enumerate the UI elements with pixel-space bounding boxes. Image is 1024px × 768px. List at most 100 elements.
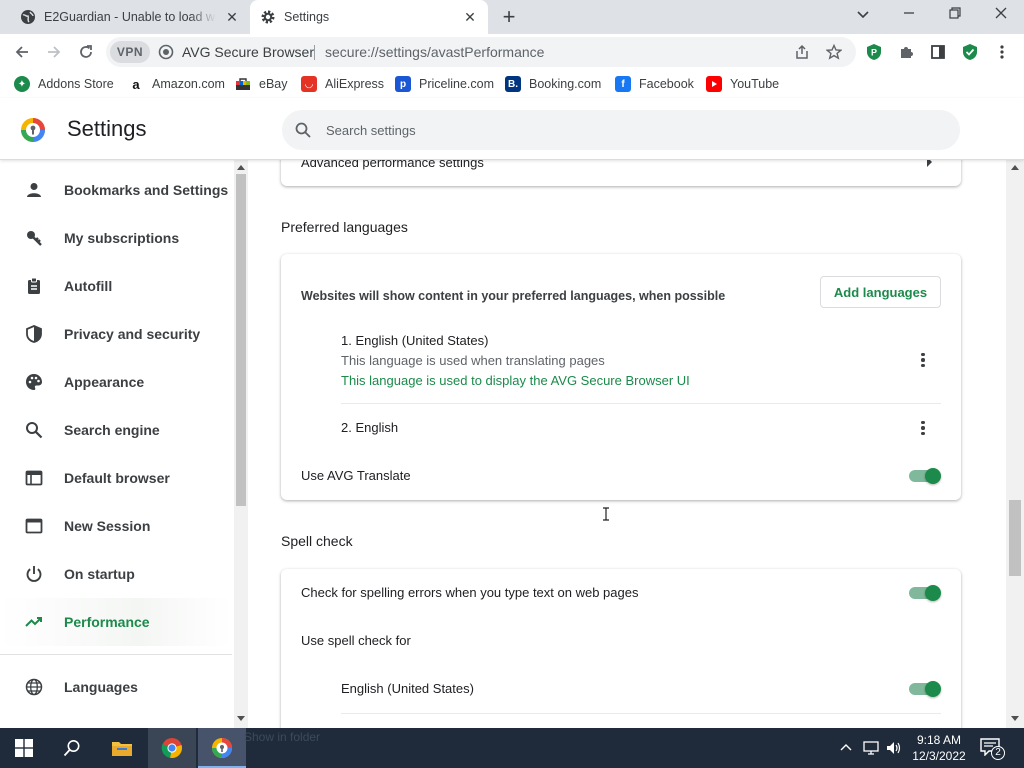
menu-kebab-icon[interactable]: [990, 40, 1014, 64]
sidebar-item-label: Privacy and security: [64, 326, 201, 342]
notifications-icon[interactable]: 2: [980, 738, 1005, 760]
spell-divider: [341, 713, 941, 714]
avg-shield-icon: [158, 44, 174, 60]
sidebar-item-label: New Session: [64, 518, 151, 534]
show-in-folder-tooltip: Show in folder: [244, 730, 321, 744]
power-icon: [24, 564, 44, 584]
main-scrollbar[interactable]: [1006, 160, 1024, 728]
main-scroll-thumb[interactable]: [1009, 500, 1021, 576]
site-identity[interactable]: AVG Secure Browser: [158, 44, 314, 60]
tab-settings[interactable]: Settings ✕: [250, 0, 488, 34]
sidebar-item-label: Bookmarks and Settings: [64, 182, 229, 198]
omnibox-separator: [314, 45, 315, 60]
address-bar[interactable]: VPN AVG Secure Browser secure://settings…: [106, 37, 856, 67]
clock-date: 12/3/2022: [912, 749, 966, 763]
add-languages-button[interactable]: Add languages: [820, 276, 941, 308]
network-icon[interactable]: [862, 740, 880, 756]
close-tab-icon[interactable]: ✕: [462, 9, 478, 25]
sidebar-item-label: Search engine: [64, 422, 160, 438]
sidebar-scrollbar[interactable]: [234, 160, 248, 728]
reload-icon[interactable]: [74, 40, 98, 64]
spell-check-toggle[interactable]: [909, 585, 943, 601]
bookmark-addons-store[interactable]: ✦ Addons Store: [14, 75, 114, 93]
language-item-name: 2. English: [341, 420, 399, 435]
sidebar-divider: [0, 654, 232, 655]
scroll-up-arrow-icon[interactable]: [1011, 164, 1019, 170]
advanced-performance-label: Advanced performance settings: [301, 160, 484, 170]
palette-icon: [24, 372, 44, 392]
share-icon[interactable]: [790, 40, 814, 64]
priceline-icon: p: [395, 76, 411, 92]
sidebar-toggle-icon[interactable]: [926, 40, 950, 64]
language-ui-note: This language is used to display the AVG…: [341, 373, 690, 388]
use-translate-toggle[interactable]: [909, 468, 943, 484]
advanced-performance-card[interactable]: Advanced performance settings: [281, 160, 961, 186]
extension-p-icon[interactable]: P: [862, 40, 886, 64]
spell-check-language-toggle[interactable]: [909, 681, 943, 697]
tab-title: E2Guardian - Unable to load web: [44, 10, 216, 24]
chevron-right-icon: [927, 160, 932, 167]
avg-logo-icon: [21, 118, 45, 142]
sidebar-item-languages[interactable]: Languages: [0, 663, 232, 711]
sidebar-scroll-thumb[interactable]: [236, 174, 246, 506]
addons-store-icon: ✦: [14, 76, 30, 92]
language-more-actions-icon[interactable]: [913, 350, 933, 370]
sidebar-item-performance[interactable]: Performance: [0, 598, 232, 646]
tab-search-chevron-icon[interactable]: [849, 4, 877, 26]
back-icon[interactable]: [10, 40, 34, 64]
vpn-button[interactable]: VPN: [110, 41, 150, 63]
preferred-languages-card: Websites will show content in your prefe…: [281, 254, 961, 500]
sidebar-item-autofill[interactable]: Autofill: [0, 262, 232, 310]
tab-e2guardian[interactable]: E2Guardian - Unable to load web ✕: [8, 0, 250, 34]
youtube-icon: [706, 76, 722, 92]
minimize-icon[interactable]: [895, 4, 923, 26]
sidebar-item-new-session[interactable]: New Session: [0, 502, 232, 550]
close-window-icon[interactable]: [987, 4, 1015, 26]
sidebar-item-appearance[interactable]: Appearance: [0, 358, 232, 406]
bookmarks-bar: ✦ Addons Store a Amazon.com eBay ◡ AliEx…: [0, 70, 1024, 98]
forward-icon[interactable]: [42, 40, 66, 64]
bookmark-ebay[interactable]: eBay: [235, 75, 288, 93]
show-hidden-icons-chevron-icon[interactable]: [840, 743, 852, 751]
window-icon: [24, 516, 44, 536]
bookmark-priceline[interactable]: p Priceline.com: [395, 75, 494, 93]
chrome-taskbar-icon[interactable]: [148, 728, 196, 768]
settings-sidebar: Bookmarks and Settings My subscriptions …: [0, 160, 234, 728]
new-tab-plus-icon[interactable]: +: [498, 6, 520, 29]
search-settings-box[interactable]: [282, 110, 960, 150]
ebay-icon: [235, 76, 251, 92]
sidebar-item-privacy-and-security[interactable]: Privacy and security: [0, 310, 232, 358]
volume-icon[interactable]: [886, 740, 902, 756]
taskbar-search-icon[interactable]: [48, 728, 96, 768]
sidebar-item-on-startup[interactable]: On startup: [0, 550, 232, 598]
search-input[interactable]: [326, 120, 926, 140]
sidebar-item-search-engine[interactable]: Search engine: [0, 406, 232, 454]
svg-text:P: P: [871, 48, 877, 58]
scroll-down-arrow-icon[interactable]: [1011, 716, 1019, 722]
bookmark-star-icon[interactable]: [822, 40, 846, 64]
scroll-down-arrow-icon[interactable]: [237, 716, 245, 722]
language-more-actions-icon[interactable]: [913, 418, 933, 438]
bookmark-aliexpress[interactable]: ◡ AliExpress: [301, 75, 384, 93]
sidebar-item-bookmarks-and-settings[interactable]: Bookmarks and Settings: [0, 166, 232, 214]
bookmark-amazon[interactable]: a Amazon.com: [128, 75, 225, 93]
windows-start-icon[interactable]: [0, 728, 48, 768]
shield-icon: [24, 324, 44, 344]
windows-taskbar: Show in folder 9:18 AM 12/3/2022 2: [0, 728, 1024, 768]
system-clock[interactable]: 9:18 AM 12/3/2022: [906, 732, 972, 764]
sidebar-item-default-browser[interactable]: Default browser: [0, 454, 232, 502]
close-tab-icon[interactable]: ✕: [224, 9, 240, 25]
settings-header: Settings: [0, 98, 1024, 160]
file-explorer-icon[interactable]: [98, 728, 146, 768]
avg-browser-taskbar-icon[interactable]: [198, 728, 246, 768]
security-shield-icon[interactable]: [958, 40, 982, 64]
sidebar-item-my-subscriptions[interactable]: My subscriptions: [0, 214, 232, 262]
bookmark-facebook[interactable]: f Facebook: [615, 75, 694, 93]
scroll-up-arrow-icon[interactable]: [237, 164, 245, 170]
sidebar-item-label: Performance: [64, 614, 150, 630]
url-text[interactable]: secure://settings/avastPerformance: [325, 44, 544, 60]
restore-icon[interactable]: [941, 4, 969, 26]
bookmark-booking[interactable]: B. Booking.com: [505, 75, 601, 93]
extensions-puzzle-icon[interactable]: [894, 40, 918, 64]
bookmark-youtube[interactable]: YouTube: [706, 75, 779, 93]
